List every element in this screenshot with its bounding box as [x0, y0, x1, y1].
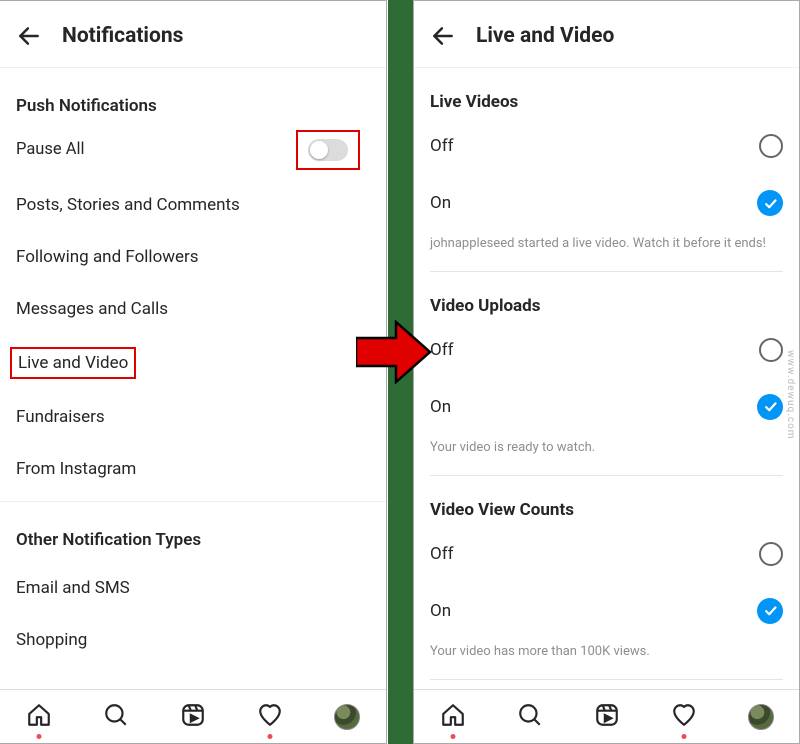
reels-icon[interactable] [594, 702, 620, 732]
back-arrow-icon[interactable] [430, 23, 456, 49]
back-arrow-icon[interactable] [16, 23, 42, 49]
watermark: www.dewuq.com [785, 350, 796, 440]
section-video-uploads: Video Uploads [430, 272, 783, 322]
nav-live-and-video[interactable]: Live and Video [10, 347, 136, 379]
screenshot-left-phone: Notifications Push Notifications Pause A… [0, 0, 387, 744]
nav-following-followers[interactable]: Following and Followers [16, 231, 370, 283]
radio-views-off[interactable]: Off [430, 526, 783, 582]
red-arrow-annotation [356, 320, 432, 384]
header: Live and Video [414, 1, 799, 68]
home-icon[interactable] [440, 702, 466, 732]
activity-heart-icon[interactable] [671, 702, 697, 732]
profile-avatar[interactable] [334, 704, 360, 730]
profile-avatar[interactable] [748, 704, 774, 730]
bottom-nav [0, 689, 386, 743]
pause-all-toggle[interactable] [308, 139, 348, 161]
pause-all-label: Pause All [16, 140, 85, 159]
nav-fundraisers[interactable]: Fundraisers [16, 391, 370, 443]
option-off-label: Off [430, 544, 454, 564]
nav-messages-calls[interactable]: Messages and Calls [16, 283, 370, 335]
radio-unchecked-icon [759, 338, 783, 362]
page-title: Live and Video [476, 24, 614, 48]
search-icon[interactable] [517, 702, 543, 732]
option-on-label: On [430, 397, 451, 417]
hint-views: Your video has more than 100K views. [430, 640, 783, 679]
radio-views-on[interactable]: On [430, 582, 783, 640]
radio-checked-icon [757, 394, 783, 420]
section-live-videos: Live Videos [430, 68, 783, 118]
activity-heart-icon[interactable] [257, 702, 283, 732]
option-off-label: Off [430, 136, 454, 156]
nav-email-sms[interactable]: Email and SMS [16, 562, 370, 614]
hint-uploads: Your video is ready to watch. [430, 436, 783, 475]
search-icon[interactable] [103, 702, 129, 732]
reels-icon[interactable] [180, 702, 206, 732]
option-off-label: Off [430, 340, 454, 360]
notification-dot-icon [681, 734, 686, 739]
section-view-counts: Video View Counts [430, 476, 783, 526]
option-on-label: On [430, 601, 451, 621]
nav-from-instagram[interactable]: From Instagram [16, 443, 370, 495]
screenshot-right-phone: Live and Video Live Videos Off On johnap… [413, 0, 800, 744]
bottom-nav [414, 689, 799, 743]
radio-upload-on[interactable]: On [430, 378, 783, 436]
hint-live: johnappleseed started a live video. Watc… [430, 232, 783, 271]
radio-live-off[interactable]: Off [430, 118, 783, 174]
notification-dot-icon [450, 734, 455, 739]
nav-shopping[interactable]: Shopping [16, 614, 370, 666]
radio-checked-icon [757, 190, 783, 216]
section-push-notifications: Push Notifications [16, 68, 370, 128]
nav-posts-stories-comments[interactable]: Posts, Stories and Comments [16, 179, 370, 231]
pause-all-row[interactable]: Pause All [16, 128, 370, 179]
radio-upload-off[interactable]: Off [430, 322, 783, 378]
radio-checked-icon [757, 598, 783, 624]
header: Notifications [0, 1, 386, 68]
notification-dot-icon [268, 734, 273, 739]
option-on-label: On [430, 193, 451, 213]
radio-live-on[interactable]: On [430, 174, 783, 232]
radio-unchecked-icon [759, 134, 783, 158]
page-title: Notifications [62, 24, 183, 48]
notification-dot-icon [36, 734, 41, 739]
home-icon[interactable] [26, 702, 52, 732]
section-other-types: Other Notification Types [16, 502, 370, 562]
radio-unchecked-icon [759, 542, 783, 566]
